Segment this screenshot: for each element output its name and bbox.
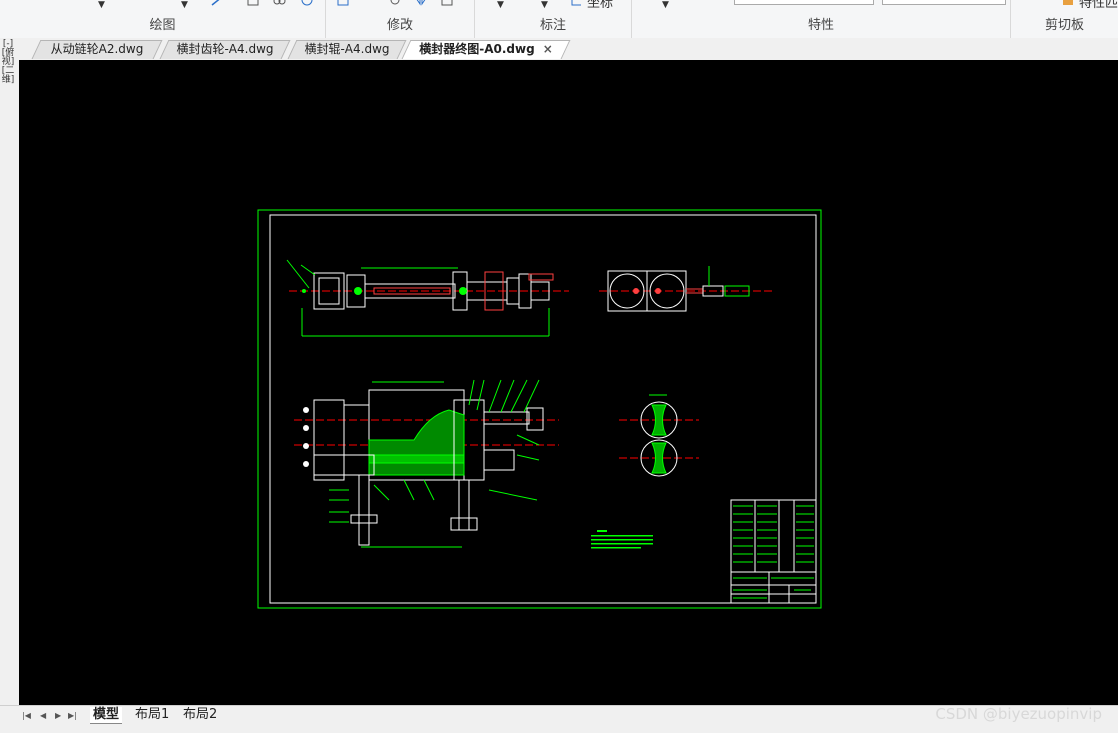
title-block [730,499,817,604]
color-select[interactable] [882,0,1006,5]
leader-lines [286,259,540,523]
tab-layout1[interactable]: 布局1 [135,707,169,723]
first-layout-icon[interactable]: |◀ [22,711,31,720]
edit-tool-icon[interactable] [246,0,260,6]
link-tool-icon[interactable] [272,0,286,6]
draw-group-label: 绘图 [149,18,176,33]
prev-layout-icon[interactable]: ◀ [40,711,46,720]
tab-file-2[interactable]: 横封齿轮-A4.dwg [159,40,291,59]
properties-group-label: 特性 [807,18,834,33]
array-tool-icon[interactable] [440,0,454,6]
match-properties-label[interactable]: 特性匹 [1079,0,1118,11]
annotate-group-label: 标注 [539,18,566,33]
clipboard-group-label: 剪切板 [1044,18,1084,33]
tab-model[interactable]: 模型 [90,707,123,724]
technical-notes [591,530,653,549]
annotate-group: ▼ ▼ 坐标 标注 [475,0,632,38]
tab-label: 横封器终图-A0.dwg [419,42,535,56]
viewport-control-label[interactable]: 维] [1,76,15,85]
dropdown-arrow-icon[interactable]: ▼ [662,0,669,10]
drawing-canvas[interactable] [19,60,1118,706]
modify-group: 修改 [326,0,475,38]
tab-label: 横封齿轮-A4.dwg [176,42,274,56]
dropdown-arrow-icon[interactable]: ▼ [497,0,504,10]
match-properties-icon[interactable] [1061,0,1075,6]
tab-file-4[interactable]: 横封器终图-A0.dwg × [401,40,571,59]
cad-drawing [257,209,822,609]
properties-group: ▼ 特性 [632,0,1011,38]
gear-mesh-view [619,394,699,477]
tab-file-1[interactable]: 从动链轮A2.dwg [31,40,163,59]
watermark: CSDN @biyezuopinvip [935,705,1102,723]
stretch-tool-icon[interactable] [336,0,350,6]
layer-select[interactable] [734,0,874,5]
next-layout-icon[interactable]: ▶ [55,711,61,720]
last-layout-icon[interactable]: ▶| [68,711,77,720]
globe-tool-icon[interactable] [300,0,314,6]
modify-group-label: 修改 [386,18,413,33]
top-right-section-view [599,266,774,312]
dropdown-arrow-icon[interactable]: ▼ [181,0,188,10]
close-icon[interactable]: × [543,42,553,56]
sheet-border [257,209,822,609]
clipboard-group: 特性匹 剪切板 [1011,0,1118,38]
tab-label: 横封辊-A4.dwg [304,42,390,56]
viewport-controls: [-] [俯 视] [二 维] [0,40,18,706]
line-tool-icon[interactable] [210,0,224,6]
top-left-assembly-view [289,267,569,337]
draw-group: ▼ ▼ 绘图 [0,0,326,38]
tab-file-3[interactable]: 横封辊-A4.dwg [287,40,407,59]
tab-label: 从动链轮A2.dwg [50,42,144,56]
tab-layout2[interactable]: 布局2 [183,707,217,723]
coordinate-icon[interactable] [569,0,583,6]
file-tab-bar: 从动链轮A2.dwg 横封齿轮-A4.dwg 横封辊-A4.dwg 横封器终图-… [0,38,1118,60]
coordinate-label[interactable]: 坐标 [587,0,613,11]
rotate-tool-icon[interactable] [388,0,402,6]
ribbon: ▼ ▼ 绘图 修改 ▼ ▼ 坐标 标注 ▼ 特性 特性匹 剪切板 [0,0,1118,39]
dropdown-arrow-icon[interactable]: ▼ [98,0,105,10]
mirror-tool-icon[interactable] [414,0,428,6]
dropdown-arrow-icon[interactable]: ▼ [541,0,548,10]
